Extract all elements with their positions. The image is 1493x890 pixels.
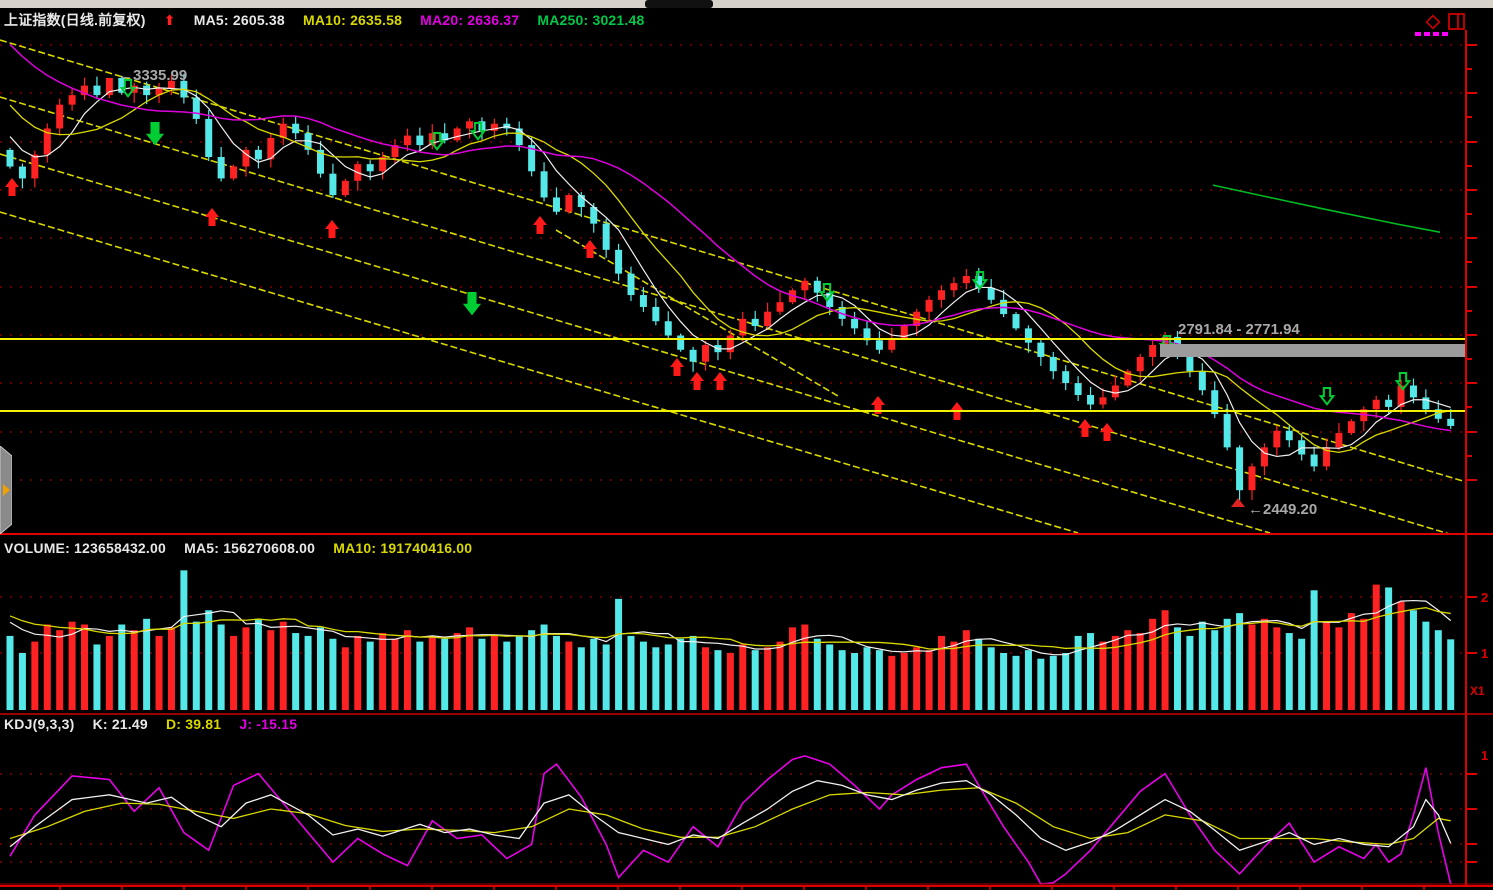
buy-signal-arrow-icon [1100, 423, 1114, 441]
sell-signal-arrow-icon [463, 292, 481, 315]
volume-axis-label-2: 2 [1481, 590, 1488, 605]
sidebar-expander-handle[interactable] [0, 446, 12, 534]
symbol-label: 上证指数(日线.前复权) [4, 12, 146, 28]
buy-signal-arrow-icon [583, 240, 597, 258]
ma5-value: MA5: 2605.38 [194, 12, 285, 28]
kdj-k-value: K: 21.49 [93, 716, 148, 732]
trading-terminal-window: 上证指数(日线.前复权) ⬆ MA5: 2605.38 MA10: 2635.5… [0, 0, 1493, 890]
diamond-icon[interactable] [1424, 13, 1442, 31]
buy-signal-arrow-icon [690, 372, 704, 390]
up-arrow-icon: ⬆ [164, 12, 176, 28]
high-price-annotation: ←3335.99 [118, 67, 187, 84]
ma20-value: MA20: 2636.37 [420, 12, 519, 28]
gap-range-annotation: 2791.84 - 2771.94 [1178, 321, 1300, 338]
magenta-dashes-decoration [1415, 32, 1449, 36]
ma250-value: MA250: 3021.48 [537, 12, 644, 28]
volume-header: VOLUME: 123658432.00 MA5: 156270608.00 M… [4, 540, 486, 556]
low-price-annotation: ←2449.20 [1248, 501, 1317, 518]
kdj-header: KDJ(9,3,3) K: 21.49 D: 39.81 J: -15.15 [4, 716, 311, 732]
ma10-value: MA10: 2635.58 [303, 12, 402, 28]
volume-axis-label-1: 1 [1481, 646, 1488, 661]
volume-ma10-value: MA10: 191740416.00 [333, 540, 472, 556]
kdj-axis-label: 1 [1481, 748, 1488, 763]
buy-signal-arrow-icon [5, 178, 19, 196]
sell-signal-arrow-icon [1321, 388, 1334, 404]
volume-value: VOLUME: 123658432.00 [4, 540, 166, 556]
buy-signal-arrow-icon [325, 220, 339, 238]
low-point-triangle-icon [1231, 498, 1245, 507]
chart-canvas[interactable] [0, 0, 1493, 890]
buy-signal-arrow-icon [1078, 419, 1092, 437]
main-chart-header: 上证指数(日线.前复权) ⬆ MA5: 2605.38 MA10: 2635.5… [4, 10, 658, 30]
kdj-name: KDJ(9,3,3) [4, 716, 74, 732]
kdj-d-value: D: 39.81 [166, 716, 221, 732]
buy-signal-arrow-icon [670, 358, 684, 376]
buy-signal-arrow-icon [713, 372, 727, 390]
volume-ma5-value: MA5: 156270608.00 [184, 540, 315, 556]
split-window-icon[interactable] [1448, 13, 1465, 30]
buy-signal-arrow-icon [205, 208, 219, 226]
x1-scale-label: X1 [1470, 684, 1485, 698]
buy-signal-arrow-icon [533, 216, 547, 234]
kdj-j-value: J: -15.15 [239, 716, 297, 732]
